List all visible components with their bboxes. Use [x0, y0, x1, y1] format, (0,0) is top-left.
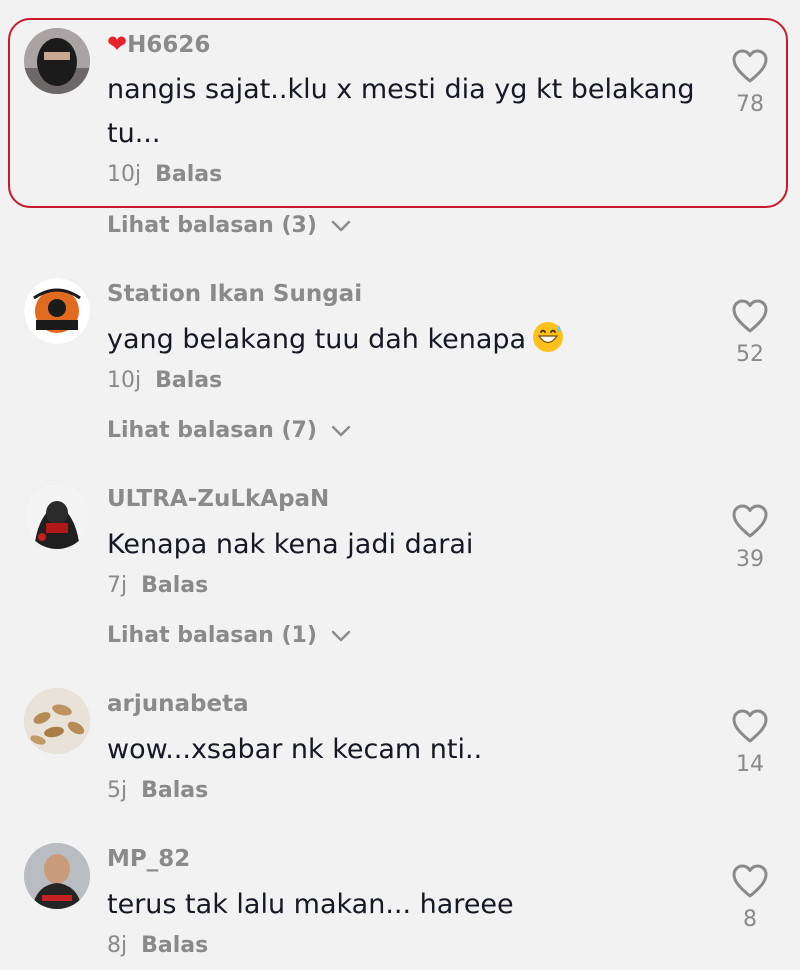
comment-time: 5j — [107, 778, 128, 803]
like-count: 14 — [736, 752, 764, 777]
heart-outline-icon — [732, 864, 768, 898]
comment-time: 10j — [107, 162, 142, 187]
comment-meta: 5j Balas — [107, 776, 208, 806]
comment-text: yang belakang tuu dah kenapa — [107, 318, 707, 362]
chevron-down-icon — [331, 425, 350, 437]
view-replies-label: Lihat balasan (7) — [107, 418, 317, 443]
like-button[interactable]: 39 — [720, 503, 780, 575]
heart-outline-icon — [732, 504, 768, 538]
view-replies-button[interactable]: Lihat balasan (7) — [107, 416, 351, 446]
username[interactable]: arjunabeta — [107, 688, 249, 720]
username[interactable]: MP_82 — [107, 843, 190, 875]
like-button[interactable]: 78 — [720, 48, 780, 120]
like-button[interactable]: 14 — [720, 708, 780, 780]
avatar[interactable] — [24, 278, 90, 344]
comment-text: wow...xsabar nk kecam nti.. — [107, 734, 483, 765]
like-count: 78 — [736, 92, 764, 117]
comment-text: Kenapa nak kena jadi darai — [107, 529, 474, 560]
comment-text-content: yang belakang tuu dah kenapa — [107, 324, 527, 355]
username-label: H6626 — [127, 32, 211, 58]
like-count: 8 — [743, 907, 757, 932]
avatar-image — [24, 483, 90, 549]
username[interactable]: Station Ikan Sungai — [107, 278, 362, 310]
comment-meta: 10j Balas — [107, 160, 222, 190]
view-replies-label: Lihat balasan (3) — [107, 213, 317, 238]
comment-time: 10j — [107, 368, 142, 393]
chevron-down-icon — [331, 630, 350, 642]
comment-text: nangis sajat..klu x mesti dia yg kt bela… — [107, 74, 695, 149]
comment-meta: 7j Balas — [107, 571, 208, 601]
comment-meta: 8j Balas — [107, 931, 208, 961]
comment-time: 8j — [107, 933, 128, 958]
avatar[interactable] — [24, 843, 90, 909]
avatar[interactable] — [24, 28, 90, 94]
avatar-image — [24, 688, 90, 754]
comment-meta: 10j Balas — [107, 366, 222, 396]
username[interactable]: ❤H6626 — [107, 28, 210, 61]
chevron-down-icon — [331, 220, 350, 232]
view-replies-button[interactable]: Lihat balasan (1) — [107, 621, 351, 651]
reply-button[interactable]: Balas — [141, 778, 208, 803]
avatar[interactable] — [24, 483, 90, 549]
reply-button[interactable]: Balas — [141, 573, 208, 598]
like-count: 52 — [736, 342, 764, 367]
like-button[interactable]: 52 — [720, 298, 780, 370]
avatar-image — [24, 28, 90, 94]
heart-outline-icon — [732, 299, 768, 333]
avatar-image — [24, 278, 90, 344]
grinning-sweat-emoji — [533, 322, 564, 352]
avatar[interactable] — [24, 688, 90, 754]
reply-button[interactable]: Balas — [155, 368, 222, 393]
reply-button[interactable]: Balas — [141, 933, 208, 958]
view-replies-button[interactable]: Lihat balasan (3) — [107, 211, 351, 241]
reply-button[interactable]: Balas — [155, 162, 222, 187]
username[interactable]: ULTRA-ZuLkApaN — [107, 483, 329, 515]
heart-icon: ❤ — [107, 30, 128, 58]
heart-outline-icon — [732, 709, 768, 743]
view-replies-label: Lihat balasan (1) — [107, 623, 317, 648]
comment-text: terus tak lalu makan... hareee — [107, 889, 514, 920]
like-button[interactable]: 8 — [720, 863, 780, 935]
heart-outline-icon — [732, 49, 768, 83]
comment-time: 7j — [107, 573, 128, 598]
avatar-image — [24, 843, 90, 909]
like-count: 39 — [736, 547, 764, 572]
